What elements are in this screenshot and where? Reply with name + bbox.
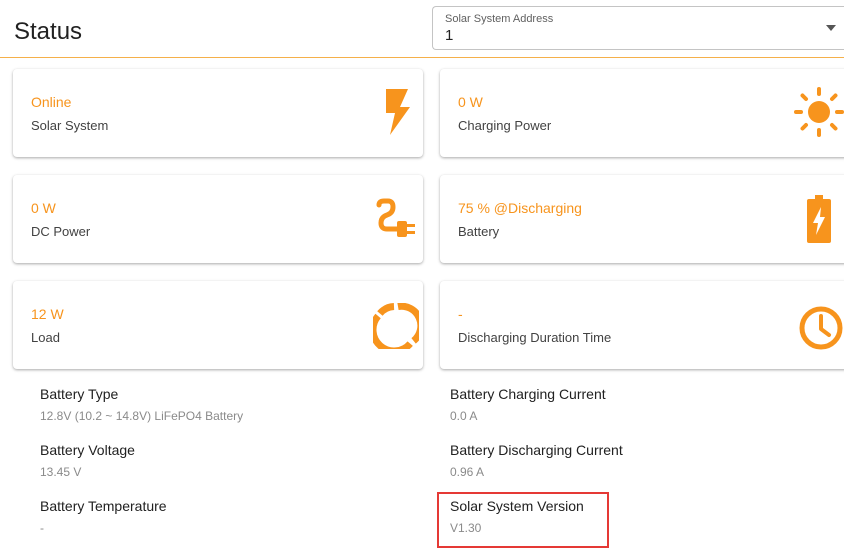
info-label: Battery Type <box>40 386 119 402</box>
page-title: Status <box>14 18 83 45</box>
info-value: 12.8V (10.2 ~ 14.8V) LiFePO4 Battery <box>40 409 244 423</box>
solar-system-address-select[interactable]: Solar System Address 1 <box>432 6 844 50</box>
discharging-duration-card: - Discharging Duration Time <box>440 281 844 369</box>
battery-temperature-info: Battery Temperature - <box>40 498 167 535</box>
select-value: 1 <box>445 27 454 44</box>
card-label: Discharging Duration Time <box>458 330 612 345</box>
card-label: Solar System <box>31 118 109 133</box>
lightning-bolt-icon <box>386 89 410 135</box>
battery-card: 75 % @Discharging Battery <box>440 175 844 263</box>
select-label: Solar System Address <box>445 13 554 25</box>
header: Status Solar System Address 1 <box>0 0 844 58</box>
power-plug-icon <box>376 198 415 237</box>
solar-system-card: Online Solar System <box>13 69 423 157</box>
card-value: 0 W <box>31 200 56 216</box>
battery-discharging-current-info: Battery Discharging Current 0.96 A <box>450 442 623 479</box>
battery-voltage-info: Battery Voltage 13.45 V <box>40 442 135 479</box>
dc-power-card: 0 W DC Power <box>13 175 423 263</box>
chevron-down-icon[interactable] <box>826 25 836 31</box>
load-card: 12 W Load <box>13 281 423 369</box>
card-value: 75 % @Discharging <box>458 200 582 216</box>
donut-chart-icon <box>373 303 419 349</box>
card-value: Online <box>31 94 72 110</box>
card-label: Charging Power <box>458 118 552 133</box>
highlight-box <box>437 492 609 548</box>
card-label: Load <box>31 330 60 345</box>
info-value: 0.96 A <box>450 465 485 479</box>
info-value: - <box>40 521 44 535</box>
info-label: Battery Voltage <box>40 442 135 458</box>
battery-type-info: Battery Type 12.8V (10.2 ~ 14.8V) LiFePO… <box>40 386 243 423</box>
card-value: - <box>458 306 463 322</box>
card-value: 0 W <box>458 94 483 110</box>
info-label: Battery Temperature <box>40 498 167 514</box>
battery-charging-icon <box>807 195 831 243</box>
card-label: Battery <box>458 224 500 239</box>
info-value: 13.45 V <box>40 465 82 479</box>
battery-charging-current-info: Battery Charging Current 0.0 A <box>450 386 606 423</box>
info-label: Battery Charging Current <box>450 386 606 402</box>
clock-icon <box>799 306 843 350</box>
card-value: 12 W <box>31 306 64 322</box>
charging-power-card: 0 W Charging Power <box>440 69 844 157</box>
info-label: Battery Discharging Current <box>450 442 623 458</box>
info-value: 0.0 A <box>450 409 478 423</box>
card-label: DC Power <box>31 224 91 239</box>
sun-icon <box>794 87 844 137</box>
